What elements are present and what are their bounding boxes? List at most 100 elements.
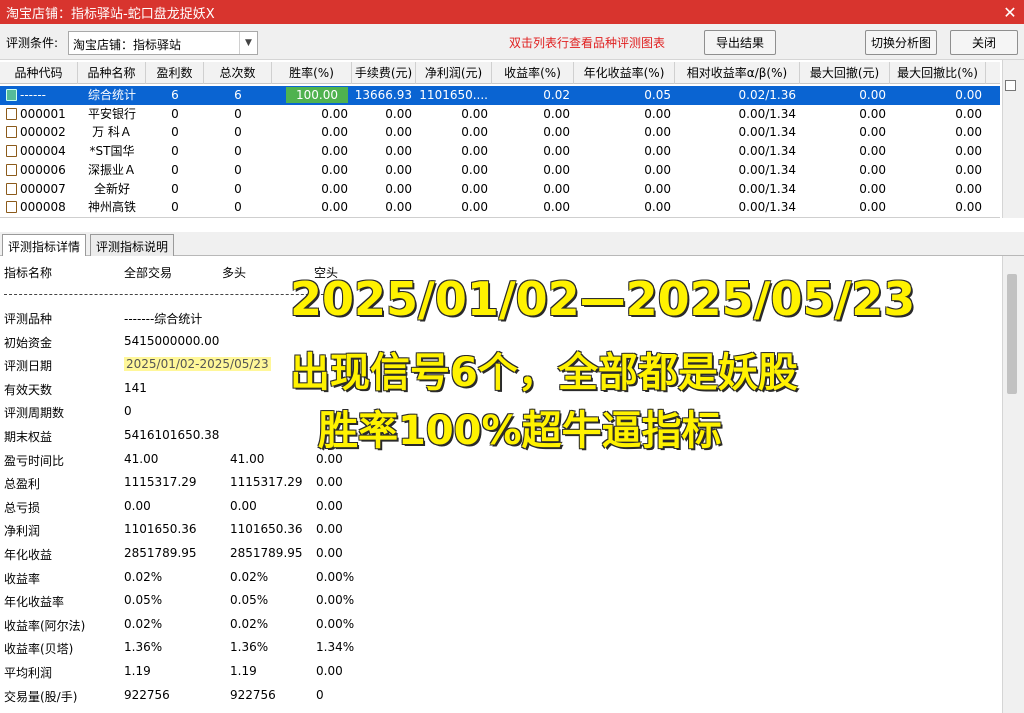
cell-text: ------ (20, 88, 46, 102)
column-header[interactable]: 品种代码 (0, 62, 78, 84)
chevron-down-icon[interactable]: ▼ (239, 32, 257, 54)
document-icon (6, 107, 17, 120)
table-cell: 0.00/1.34 (738, 125, 796, 140)
tab-indicator-description[interactable]: 评测指标说明 (90, 234, 175, 256)
table-cell: 000007 (0, 180, 78, 199)
table-row[interactable]: 000002 万 科Ａ 0 0 0.00 0.00 0.00 0.00 0.00 0.00/1.3… (0, 123, 1000, 142)
table-cell: 000008 (0, 198, 78, 217)
table-row-summary[interactable]: ------ 综合统计 6 6 100.00 13666.93 1101650.... 0.0… (0, 86, 1000, 105)
detail-label: 净利润 (4, 524, 41, 539)
table-header: 品种代码 品种名称 盈利数 总次数 胜率(%) 手续费(元) 净利润(元) 收益率(%) 年化收… (0, 62, 1000, 84)
detail-label: 初始资金 (4, 335, 53, 350)
table-cell: 0.00 (321, 144, 348, 159)
table-cell: 000002 (0, 123, 78, 142)
table-cell: 平安银行 (87, 106, 136, 121)
table-cell: 0.00/1.34 (738, 181, 796, 196)
table-cell: 0.00 (859, 88, 886, 102)
document-icon (6, 126, 17, 139)
table-cell: 0.00 (859, 181, 886, 196)
detail-value: 0.00 (230, 498, 257, 513)
table-row[interactable]: 000008 神州高铁 0 0 0.00 0.00 0.00 0.00 0.00 0.00/1.3… (0, 198, 1000, 217)
table-cell: 0.00 (859, 162, 886, 177)
cell-text: 000008 (20, 200, 66, 215)
table-cell: 0.00 (461, 106, 488, 121)
detail-label: 总盈利 (4, 477, 41, 492)
table-cell: 0.00 (385, 144, 412, 159)
window-title: 淘宝店铺：指标驿站-蛇口盘龙捉妖X (6, 6, 215, 22)
criteria-dropdown[interactable]: 淘宝店铺：指标驿站 ▼ (68, 31, 258, 55)
hint-text: 双击列表行查看品种评测图表 (509, 36, 666, 50)
column-header[interactable]: 年化收益率(%) (574, 62, 675, 84)
detail-label: 年化收益率 (4, 595, 65, 610)
detail-label: 评测日期 (4, 359, 53, 374)
close-button[interactable]: 关闭 (950, 30, 1018, 55)
column-header[interactable]: 最大回撤(元) (800, 62, 890, 84)
column-toggle-checkbox[interactable] (1005, 80, 1016, 91)
scrollbar-thumb[interactable] (1007, 274, 1017, 394)
detail-value: 1101650.36 (230, 522, 303, 537)
detail-label: 平均利润 (4, 666, 53, 680)
detail-value: 1.19 (124, 664, 151, 678)
table-cell: 0 (234, 144, 242, 159)
details-scrollbar[interactable] (1002, 256, 1024, 713)
column-header[interactable]: 品种名称 (78, 62, 146, 84)
table-cell: 0 (234, 181, 242, 196)
table-cell: 深振业Ａ (87, 162, 136, 177)
results-table: 品种代码 品种名称 盈利数 总次数 胜率(%) 手续费(元) 净利润(元) 收益率(%) 年化收… (0, 60, 1000, 218)
window-close-button[interactable]: ✕ (996, 0, 1024, 24)
table-cell: 0.00 (543, 125, 570, 140)
column-header[interactable]: 手续费(元) (352, 62, 416, 84)
table-cell: 0 (171, 200, 179, 215)
table-cell: 0.00 (321, 125, 348, 140)
column-header[interactable]: 净利润(元) (416, 62, 492, 84)
table-cell: 0.00 (461, 200, 488, 215)
table-cell: 综合统计 (87, 88, 136, 102)
detail-value: 922756 (230, 687, 276, 702)
detail-value: 1.34% (316, 640, 355, 655)
table-cell: 000001 (0, 105, 78, 124)
table-cell: 6 (234, 88, 242, 102)
cell-text: 000001 (20, 106, 66, 121)
win-rate-highlight: 100.00 (286, 87, 348, 103)
detail-value: 922756 (124, 687, 170, 702)
table-cell: 000004 (0, 142, 78, 161)
table-row[interactable]: 000006 深振业Ａ 0 0 0.00 0.00 0.00 0.00 0.00 0.00/1.3… (0, 161, 1000, 180)
column-header[interactable]: 总次数 (204, 62, 272, 84)
cell-text: 000002 (20, 125, 66, 140)
export-results-button[interactable]: 导出结果 (704, 30, 776, 55)
table-cell: 0.00 (461, 162, 488, 177)
detail-value: 5416101650.38 (124, 428, 220, 442)
detail-value: 2851789.95 (230, 546, 303, 560)
table-cell: 0 (234, 200, 242, 215)
table-cell: 0.00 (859, 144, 886, 159)
table-cell: 0.00 (955, 200, 982, 215)
detail-value: 0.00 (316, 664, 343, 678)
column-header[interactable]: 收益率(%) (492, 62, 574, 84)
detail-value: 1.36% (124, 640, 163, 655)
switch-chart-button[interactable]: 切换分析图 (865, 30, 937, 55)
detail-value: 1115317.29 (230, 475, 303, 490)
detail-value: -------综合统计 (124, 312, 203, 326)
table-row[interactable]: 000001 平安银行 0 0 0.00 0.00 0.00 0.00 0.00 0.00/1.3… (0, 105, 1000, 124)
table-cell: 0.00 (955, 144, 982, 159)
tab-indicator-details[interactable]: 评测指标详情 (2, 234, 87, 257)
table-cell: 0.00 (644, 200, 671, 215)
table-cell: *ST国华 (89, 144, 135, 159)
table-cell: 0.00/1.34 (738, 106, 796, 121)
table-cell: 0 (171, 106, 179, 121)
table-cell: 000006 (0, 161, 78, 180)
table-cell: 0.00 (385, 181, 412, 196)
detail-value: 0.00 (316, 522, 343, 537)
table-row[interactable]: 000004 *ST国华 0 0 0.00 0.00 0.00 0.00 0.00 0.00/1.… (0, 142, 1000, 161)
column-header[interactable]: 盈利数 (146, 62, 204, 84)
table-cell: 0.00 (385, 106, 412, 121)
table-row[interactable]: 000007 全新好 0 0 0.00 0.00 0.00 0.00 0.00 0.00/1.34… (0, 180, 1000, 199)
detail-value: 0.02% (230, 569, 269, 584)
table-cell: 0.00 (543, 181, 570, 196)
column-header[interactable]: 最大回撤比(%) (890, 62, 986, 84)
detail-label: 期末权益 (4, 430, 53, 444)
document-icon (6, 89, 17, 101)
column-header[interactable]: 相对收益率α/β(%) (675, 62, 800, 84)
detail-value: 0.00% (316, 593, 355, 608)
column-header[interactable]: 胜率(%) (272, 62, 352, 84)
